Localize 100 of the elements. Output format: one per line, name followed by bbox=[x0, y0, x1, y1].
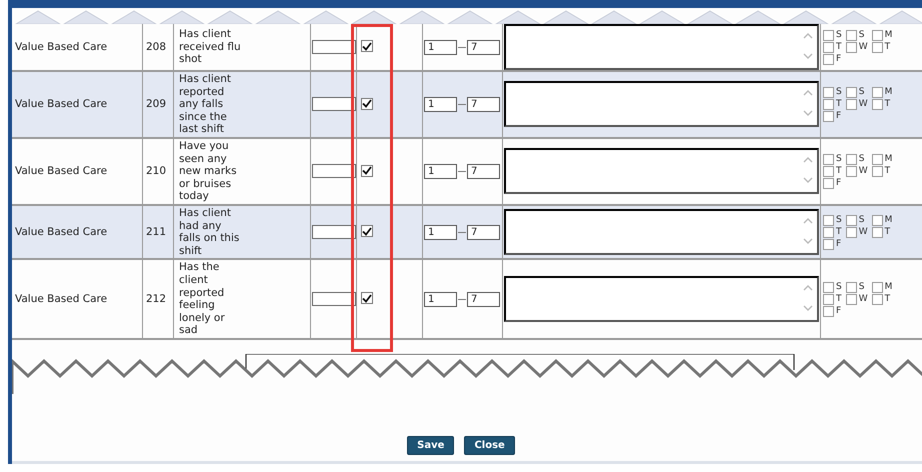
day-label: S bbox=[858, 87, 864, 98]
day-checkbox[interactable] bbox=[846, 166, 857, 177]
notes-field[interactable] bbox=[504, 209, 819, 256]
day-checkbox[interactable] bbox=[823, 238, 834, 250]
day-checkbox[interactable] bbox=[846, 154, 857, 165]
day-label: S bbox=[858, 215, 864, 226]
text-field[interactable] bbox=[312, 40, 356, 54]
day-label: T bbox=[884, 166, 890, 176]
day-checkbox[interactable] bbox=[846, 214, 857, 226]
day-checkbox[interactable] bbox=[872, 154, 883, 165]
day-checkbox[interactable] bbox=[846, 294, 857, 305]
day-checkbox[interactable] bbox=[872, 98, 883, 110]
day-label: W bbox=[858, 42, 868, 52]
day-label: S bbox=[836, 87, 842, 98]
range-from-field[interactable]: 1 bbox=[424, 164, 457, 179]
range-to-field[interactable]: 7 bbox=[467, 164, 500, 179]
range-to-field[interactable]: 7 bbox=[467, 40, 500, 54]
day-checkbox[interactable] bbox=[823, 226, 834, 238]
range-to-field[interactable]: 7 bbox=[467, 224, 500, 240]
day-label: W bbox=[858, 294, 868, 304]
day-label: S bbox=[858, 30, 864, 40]
day-checkbox[interactable] bbox=[872, 30, 883, 40]
question-text: Have you seen any new marks or bruises today bbox=[178, 138, 238, 204]
day-checkbox[interactable] bbox=[823, 282, 834, 293]
day-checkbox[interactable] bbox=[872, 226, 883, 238]
day-checkbox[interactable] bbox=[823, 178, 834, 189]
day-checkbox[interactable] bbox=[872, 282, 883, 293]
category-cell: Value Based Care bbox=[12, 259, 142, 339]
day-label: S bbox=[836, 215, 842, 226]
day-checkbox[interactable] bbox=[846, 226, 857, 238]
day-label: T bbox=[884, 99, 890, 110]
checkbox[interactable] bbox=[361, 40, 373, 52]
question-text: Has the client reported feeling lonely or sad bbox=[178, 260, 226, 338]
day-checkbox[interactable] bbox=[846, 86, 857, 98]
notes-field[interactable] bbox=[504, 276, 819, 322]
day-checkbox[interactable] bbox=[823, 166, 834, 177]
day-label: W bbox=[858, 99, 868, 110]
day-checkbox[interactable] bbox=[823, 154, 834, 165]
day-label: T bbox=[836, 227, 842, 238]
code-cell: 212 bbox=[142, 259, 174, 339]
day-label: S bbox=[858, 154, 864, 164]
notes-field[interactable] bbox=[504, 148, 819, 194]
day-label: T bbox=[884, 227, 890, 238]
day-checkbox[interactable] bbox=[846, 282, 857, 293]
day-label: S bbox=[858, 282, 864, 292]
range-from-field[interactable]: 1 bbox=[424, 224, 457, 240]
day-checkbox[interactable] bbox=[846, 42, 857, 52]
day-label: M bbox=[884, 154, 892, 164]
action-button[interactable]: Save bbox=[407, 436, 454, 455]
notes-field[interactable] bbox=[504, 81, 819, 128]
text-field[interactable] bbox=[312, 97, 356, 112]
checkbox[interactable] bbox=[361, 164, 373, 177]
day-label: T bbox=[836, 99, 842, 110]
day-label: F bbox=[836, 111, 842, 122]
day-label: M bbox=[884, 282, 892, 292]
day-checkbox[interactable] bbox=[823, 54, 834, 64]
text-field[interactable] bbox=[312, 292, 356, 306]
day-label: S bbox=[836, 154, 842, 164]
day-checkbox[interactable] bbox=[872, 42, 883, 52]
day-label: M bbox=[884, 30, 892, 40]
day-label: M bbox=[884, 87, 892, 98]
day-checkbox[interactable] bbox=[823, 294, 834, 305]
range-to-field[interactable]: 7 bbox=[467, 292, 500, 307]
text-field[interactable] bbox=[312, 164, 356, 178]
checkbox[interactable] bbox=[361, 225, 373, 238]
day-label: F bbox=[836, 239, 842, 250]
text-field[interactable] bbox=[312, 225, 356, 240]
day-checkbox[interactable] bbox=[872, 86, 883, 98]
checkbox[interactable] bbox=[361, 292, 373, 304]
day-checkbox[interactable] bbox=[846, 30, 857, 40]
day-checkbox[interactable] bbox=[823, 110, 834, 122]
day-label: W bbox=[858, 227, 868, 238]
range-to-field[interactable]: 7 bbox=[467, 96, 500, 112]
question-text: Has client had any falls on this shift bbox=[178, 206, 240, 258]
day-label: T bbox=[884, 294, 890, 304]
day-checkbox[interactable] bbox=[823, 214, 834, 226]
category-cell: Value Based Care bbox=[12, 71, 142, 138]
day-label: T bbox=[836, 42, 842, 52]
range-from-field[interactable]: 1 bbox=[424, 292, 457, 307]
day-checkbox[interactable] bbox=[823, 98, 834, 110]
day-checkbox[interactable] bbox=[823, 86, 834, 98]
code-cell: 209 bbox=[142, 71, 174, 138]
day-label: T bbox=[836, 294, 842, 304]
action-button[interactable]: Close bbox=[464, 436, 515, 455]
day-checkbox[interactable] bbox=[823, 306, 834, 317]
day-label: F bbox=[836, 306, 842, 316]
day-checkbox[interactable] bbox=[823, 30, 834, 40]
range-from-field[interactable]: 1 bbox=[424, 40, 457, 54]
day-checkbox[interactable] bbox=[872, 294, 883, 305]
notes-field[interactable] bbox=[504, 24, 819, 70]
checkbox[interactable] bbox=[361, 98, 373, 110]
day-checkbox[interactable] bbox=[846, 98, 857, 110]
day-checkbox[interactable] bbox=[872, 166, 883, 177]
question-text: Has client received flu shot bbox=[178, 27, 242, 67]
code-cell: 211 bbox=[142, 204, 174, 260]
day-label: T bbox=[884, 42, 890, 52]
range-from-field[interactable]: 1 bbox=[424, 96, 457, 112]
day-checkbox[interactable] bbox=[872, 214, 883, 226]
day-label: S bbox=[836, 282, 842, 292]
day-checkbox[interactable] bbox=[823, 42, 834, 52]
